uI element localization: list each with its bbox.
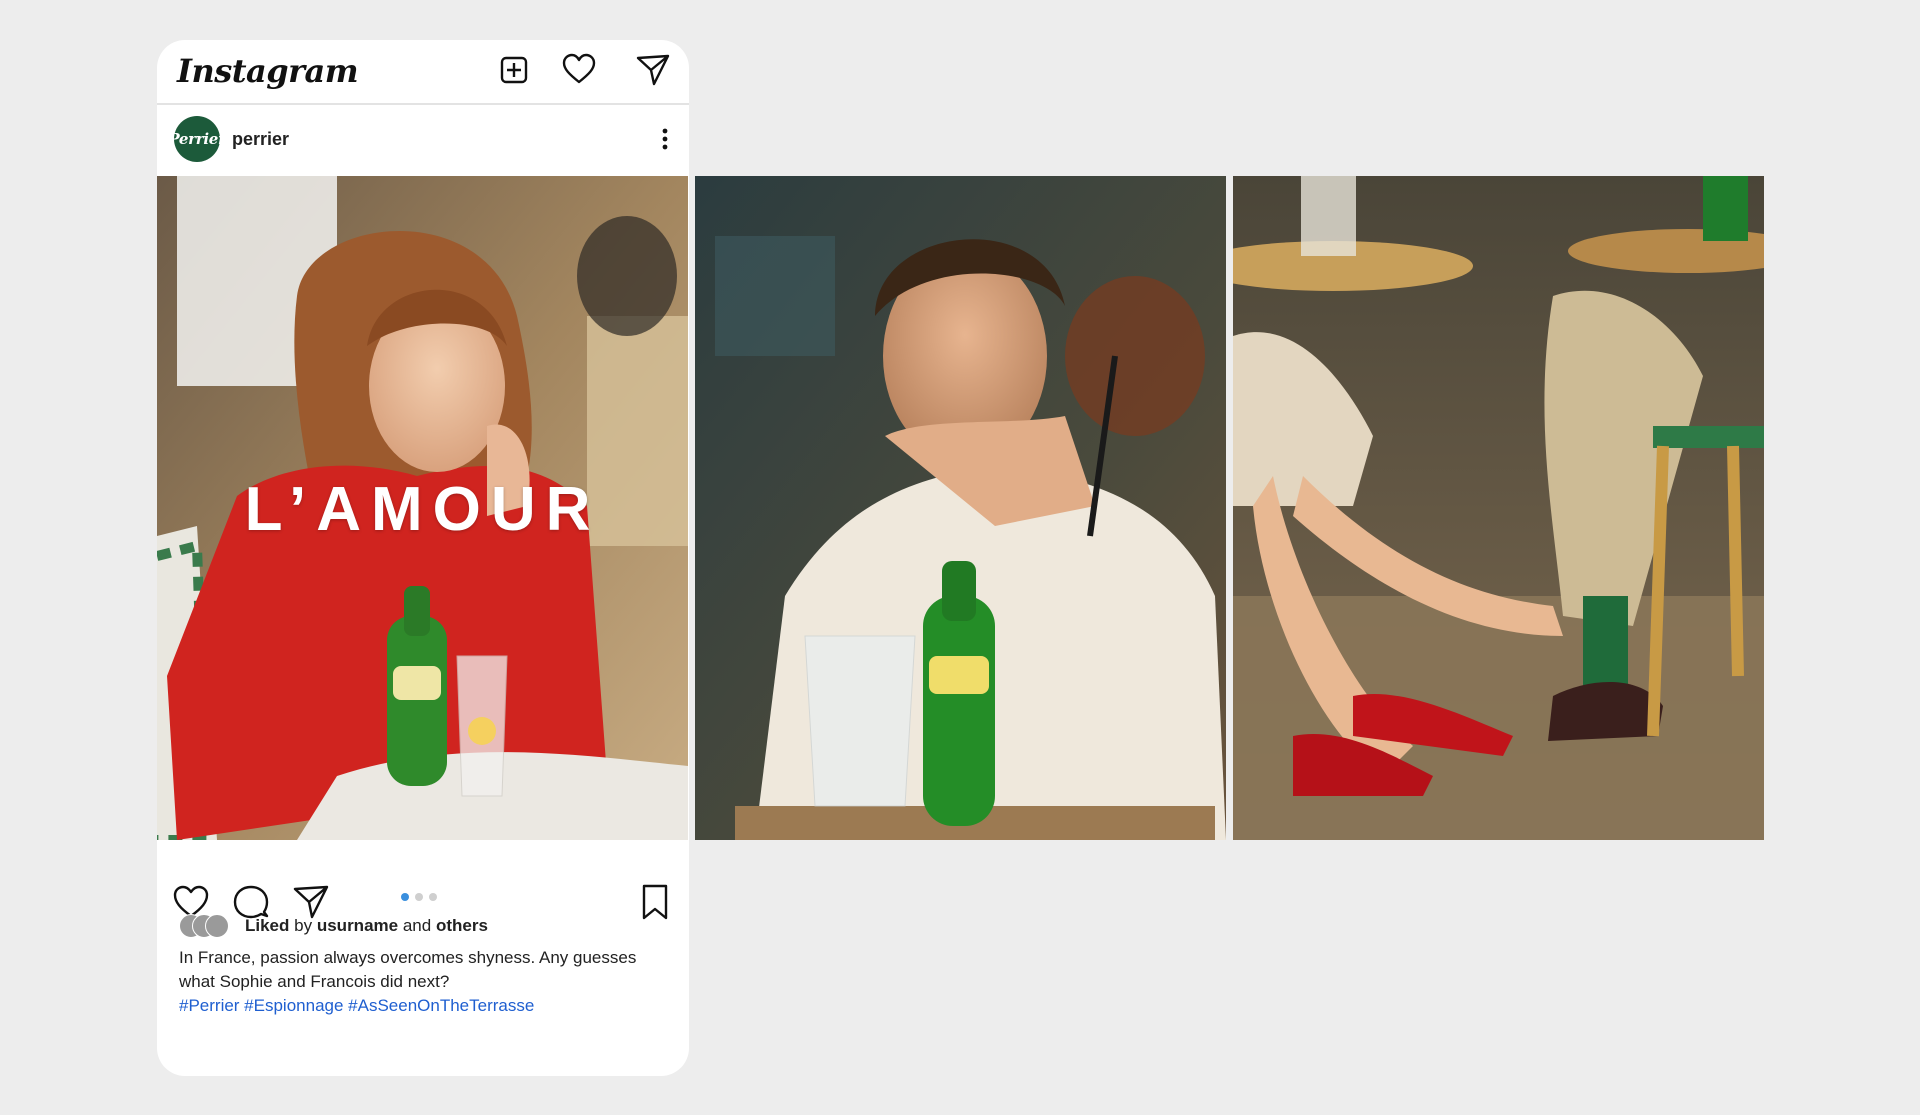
caption-hashtags[interactable]: #Perrier #Espionnage #AsSeenOnTheTerrass…	[179, 996, 534, 1015]
post-header: Perrier perrier	[157, 105, 689, 175]
carousel-image-1[interactable]: L’AMOUR	[157, 176, 688, 840]
heart-icon[interactable]	[561, 52, 597, 88]
more-options-icon[interactable]	[653, 125, 677, 153]
liked-by-others[interactable]: others	[436, 916, 488, 935]
liked-by-avatars	[179, 914, 235, 938]
post-actions	[157, 860, 689, 920]
liked-by-user[interactable]: usurname	[317, 916, 398, 935]
instagram-logo: Instagram	[177, 52, 359, 90]
overlay-title: L’AMOUR	[244, 475, 601, 544]
top-bar: Instagram	[157, 40, 689, 105]
liked-by-word: by	[294, 916, 313, 935]
carousel-indicator	[401, 888, 443, 906]
liked-and-word: and	[402, 916, 432, 935]
post-username[interactable]: perrier	[232, 129, 289, 150]
liked-label: Liked	[245, 916, 290, 935]
carousel-dot-1[interactable]	[401, 893, 409, 901]
carousel-dot-2[interactable]	[415, 893, 423, 901]
direct-message-icon[interactable]	[635, 52, 671, 88]
caption-text: In France, passion always overcomes shyn…	[179, 948, 637, 991]
avatar-logo-text: Perrier	[168, 130, 226, 148]
liker-avatar	[205, 914, 229, 938]
carousel-image-3[interactable]	[1233, 176, 1764, 840]
carousel-image-2[interactable]	[695, 176, 1226, 840]
bookmark-icon[interactable]	[635, 882, 675, 922]
new-post-icon[interactable]	[496, 52, 532, 88]
avatar[interactable]: Perrier	[168, 116, 226, 162]
liked-by-text: Liked by usurname and others	[245, 916, 488, 936]
post-caption: In France, passion always overcomes shyn…	[179, 946, 669, 1018]
carousel-dot-3[interactable]	[429, 893, 437, 901]
